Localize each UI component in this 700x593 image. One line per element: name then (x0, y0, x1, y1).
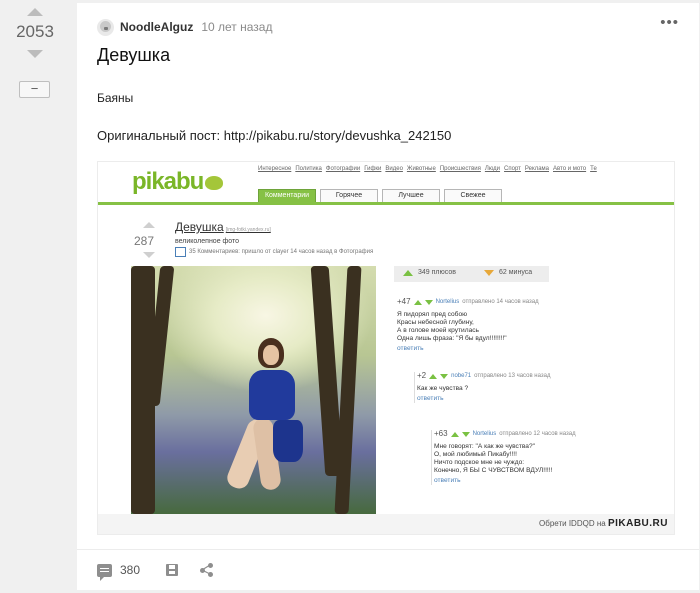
pikabu-tab-hot: Горячее (320, 189, 378, 202)
post-toolbar: 380 (97, 561, 214, 581)
post-time: 10 лет назад (201, 20, 273, 34)
pikabu-post-title: Девушка [img-fotki.yandex.ru] (175, 220, 271, 234)
pikabu-header: pikabu Интересное Политика Фотографии Гифки… (98, 162, 674, 205)
pikabu-rating-bar: 349 плюсов 62 минуса (394, 266, 549, 282)
post-header: NoodleAlguz 10 лет назад (97, 17, 272, 37)
pikabu-tab-best: Лучшее (382, 189, 440, 202)
comment-icon[interactable] (97, 563, 112, 581)
pikabu-tabs: Комментарии Горячее Лучшее Свежее (258, 189, 502, 202)
downvote-icon[interactable] (27, 50, 43, 58)
embedded-screenshot: pikabu Интересное Политика Фотографии Гифки… (97, 161, 675, 535)
collapse-button[interactable]: − (19, 81, 50, 98)
post-tag[interactable]: Баяны (97, 91, 133, 105)
pikabu-comment: +2 nobe71 отправлено 13 часов назад Как же… (414, 372, 624, 403)
pikabu-post-desc: великолепное фото (175, 238, 240, 245)
author-link[interactable]: NoodleAlguz (120, 20, 193, 34)
avatar[interactable] (97, 18, 114, 36)
vote-rail: 2053 − (0, 0, 74, 593)
post-card: NoodleAlguz 10 лет назад ••• Девушка Бая… (77, 3, 699, 590)
pikabu-tab-new: Свежее (444, 189, 502, 202)
pikabu-comment: +63 Nortelius отправлено 12 часов назад Мн… (431, 430, 631, 485)
pikabu-logo: pikabu (132, 168, 224, 196)
upvote-icon[interactable] (27, 8, 43, 16)
girl-photo (131, 266, 376, 514)
comments-count[interactable]: 380 (120, 563, 140, 577)
pikabu-post-meta: 35 Комментариев: пришло от clayer 14 час… (175, 247, 373, 257)
divider (77, 549, 699, 550)
share-icon[interactable] (200, 563, 214, 577)
post-title[interactable]: Девушка (97, 45, 170, 66)
pikabu-nav: Интересное Политика Фотографии Гифки Видео Жи… (258, 166, 597, 172)
pikabu-comment: +47 Nortelius отправлено 14 часов назад Я … (397, 297, 539, 353)
post-source-text: Оригинальный пост: http://pikabu.ru/stor… (97, 128, 452, 143)
more-menu-icon[interactable]: ••• (660, 15, 679, 30)
pikabu-upvote-icon (143, 222, 155, 228)
rating-count: 2053 (16, 22, 54, 41)
save-icon[interactable] (166, 564, 179, 576)
pikabu-vote-count: 287 (134, 234, 155, 248)
plus-icon (403, 270, 413, 276)
pikabu-downvote-icon (143, 252, 155, 258)
pikabu-footer: Обрети IDDQD на PIKABU.RU (98, 514, 674, 534)
minus-icon (484, 270, 494, 276)
pikabu-comment-icon (175, 247, 186, 257)
pikabu-strip (98, 202, 674, 205)
pikabu-tab-comments: Комментарии (258, 189, 316, 202)
